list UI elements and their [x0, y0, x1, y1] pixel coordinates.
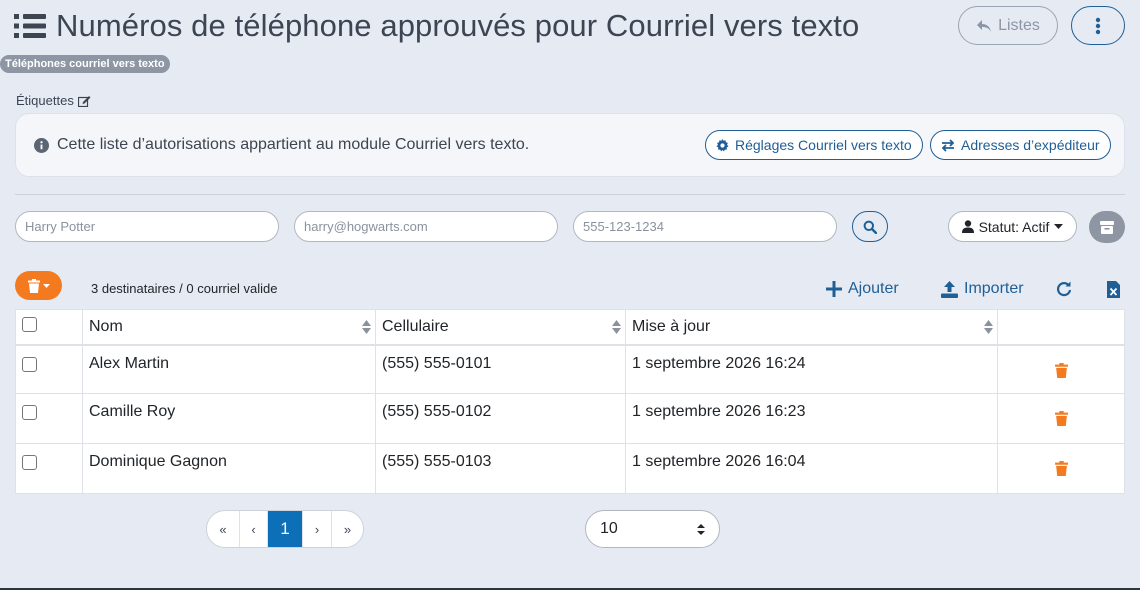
table-row: Alex Martin (555) 555-0101 1 septembre 2… [15, 344, 1125, 394]
import-label: Importer [964, 280, 1024, 297]
sender-addresses-button[interactable]: Adresses d’expéditeur [930, 130, 1111, 160]
lists-button-label: Listes [998, 16, 1040, 34]
page-size-select[interactable]: 10 [585, 510, 720, 548]
row-actions [997, 393, 1125, 444]
current-page-button[interactable]: 1 [268, 511, 303, 547]
add-label: Ajouter [848, 280, 899, 297]
bulk-delete-button[interactable] [15, 271, 62, 300]
user-icon [961, 220, 974, 233]
row-select-cell [15, 443, 83, 494]
next-page-button[interactable]: › [303, 511, 332, 547]
row-updated: 1 septembre 2026 16:24 [625, 344, 998, 394]
upload-icon [941, 280, 958, 298]
column-label: Nom [89, 317, 123, 335]
edit-icon [77, 95, 91, 107]
column-header-name[interactable]: Nom [82, 309, 376, 346]
trash-icon[interactable] [1054, 461, 1068, 476]
column-header-actions [997, 309, 1125, 346]
divider [15, 194, 1125, 195]
search-button[interactable] [852, 211, 888, 242]
lists-button[interactable]: Listes [958, 6, 1058, 45]
info-icon [34, 137, 49, 153]
sort-icon [612, 320, 621, 334]
trash-icon[interactable] [1054, 362, 1068, 378]
row-updated: 1 septembre 2026 16:23 [625, 393, 998, 444]
page-header: Numéros de téléphone approuvés pour Cour… [14, 4, 859, 48]
tag-badge[interactable]: Téléphones courriel vers texto [0, 55, 170, 73]
row-actions [997, 443, 1125, 494]
sender-addresses-label: Adresses d’expéditeur [961, 137, 1100, 153]
select-all-checkbox[interactable] [22, 316, 37, 332]
chevron-updown-icon [697, 523, 705, 535]
recipients-table: Nom Cellulaire Mise à jour Alex Martin (… [15, 309, 1125, 494]
column-header-updated[interactable]: Mise à jour [625, 309, 998, 346]
settings-button-label: Réglages Courriel vers texto [735, 137, 912, 153]
trash-icon [27, 278, 40, 293]
undo-icon [977, 19, 992, 32]
row-name: Alex Martin [82, 344, 376, 394]
pagination: « ‹ 1 › » [206, 510, 364, 548]
table-header-row: Nom Cellulaire Mise à jour [15, 309, 1125, 346]
kebab-icon [1095, 17, 1101, 34]
page-size-value: 10 [600, 520, 618, 537]
import-button[interactable]: Importer [941, 280, 1024, 298]
row-phone: (555) 555-0103 [375, 443, 626, 494]
chevron-down-icon [42, 283, 50, 288]
refresh-icon [1056, 281, 1072, 297]
sort-icon [362, 320, 371, 334]
column-label: Mise à jour [632, 317, 711, 335]
row-actions [997, 344, 1125, 394]
last-page-button[interactable]: » [332, 511, 363, 547]
page-title: Numéros de téléphone approuvés pour Cour… [56, 8, 860, 43]
add-button[interactable]: Ajouter [826, 280, 899, 298]
sort-icon [984, 320, 993, 334]
refresh-button[interactable] [1056, 281, 1072, 297]
row-updated: 1 septembre 2026 16:04 [625, 443, 998, 494]
email-filter-input[interactable] [294, 211, 558, 242]
archive-button[interactable] [1089, 211, 1125, 243]
excel-icon [1107, 281, 1120, 298]
first-page-button[interactable]: « [207, 511, 240, 547]
row-name: Camille Roy [82, 393, 376, 444]
info-message: Cette liste d’autorisations appartient a… [34, 136, 529, 154]
name-filter-input[interactable] [15, 211, 279, 242]
row-checkbox[interactable] [22, 356, 37, 372]
export-excel-button[interactable] [1107, 281, 1120, 298]
prev-page-button[interactable]: ‹ [240, 511, 268, 547]
trash-icon[interactable] [1054, 411, 1068, 426]
archive-icon [1100, 220, 1114, 234]
labels-label: Étiquettes [16, 93, 74, 108]
row-phone: (555) 555-0102 [375, 393, 626, 444]
table-row: Dominique Gagnon (555) 555-0103 1 septem… [15, 443, 1125, 494]
row-checkbox[interactable] [22, 405, 37, 420]
chevron-down-icon [1054, 224, 1064, 229]
status-dropdown[interactable]: Statut: Actif [948, 211, 1077, 242]
info-text: Cette liste d’autorisations appartient a… [57, 136, 530, 153]
exchange-icon [941, 138, 955, 152]
select-all-cell [15, 309, 83, 346]
search-icon [863, 220, 877, 234]
info-panel: Cette liste d’autorisations appartient a… [15, 113, 1125, 177]
settings-button[interactable]: Réglages Courriel vers texto [705, 130, 923, 160]
labels-link[interactable]: Étiquettes [16, 93, 91, 108]
status-label: Statut: Actif [978, 218, 1050, 235]
row-phone: (555) 555-0101 [375, 344, 626, 394]
row-select-cell [15, 344, 83, 394]
phone-filter-input[interactable] [573, 211, 837, 242]
recipient-count: 3 destinataires / 0 courriel valide [91, 281, 278, 296]
more-options-button[interactable] [1071, 6, 1125, 45]
column-header-phone[interactable]: Cellulaire [375, 309, 626, 346]
row-checkbox[interactable] [22, 455, 37, 470]
table-row: Camille Roy (555) 555-0102 1 septembre 2… [15, 393, 1125, 444]
list-icon [14, 14, 46, 38]
column-label: Cellulaire [382, 317, 449, 335]
gear-icon [716, 138, 729, 151]
plus-icon [826, 281, 842, 297]
row-name: Dominique Gagnon [82, 443, 376, 494]
row-select-cell [15, 393, 83, 444]
